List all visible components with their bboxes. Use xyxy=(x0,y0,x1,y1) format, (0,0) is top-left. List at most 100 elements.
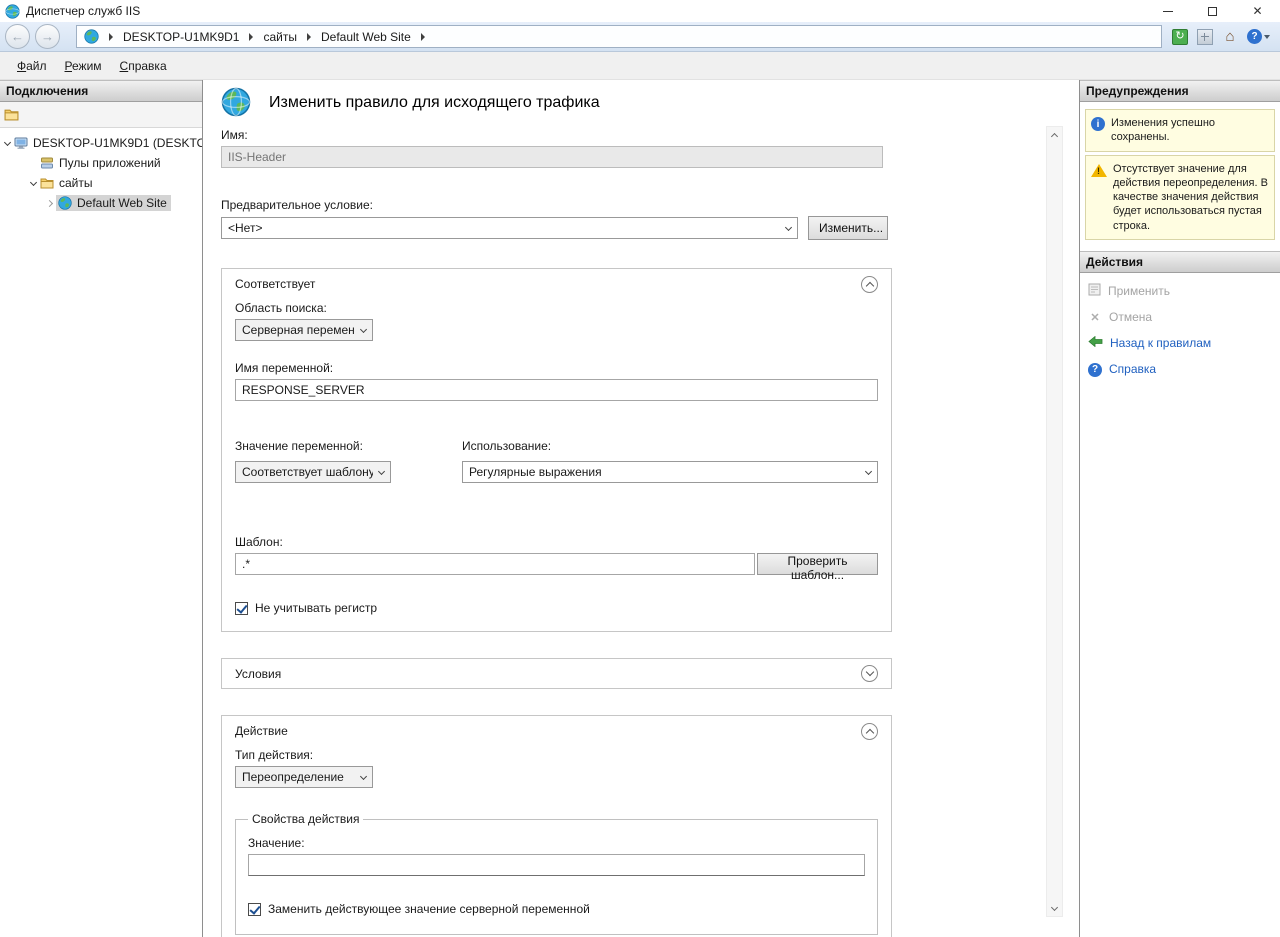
breadcrumb-default-web-site[interactable]: Default Web Site xyxy=(319,30,413,44)
chevron-down-icon xyxy=(355,320,372,340)
expander-open-icon[interactable] xyxy=(0,142,14,145)
cancel-icon: ✕ xyxy=(1088,311,1102,324)
variable-name-input[interactable] xyxy=(235,379,878,401)
back-to-rules-label: Назад к правилам xyxy=(1110,336,1211,350)
expand-section-button[interactable] xyxy=(861,665,878,682)
action-type-select[interactable]: Переопределение xyxy=(235,766,373,788)
help-label: Справка xyxy=(1109,362,1156,376)
variable-value-select[interactable]: Соответствует шаблону xyxy=(235,461,391,483)
tree-item-label: сайты xyxy=(59,176,93,190)
breadcrumb-arrow-icon[interactable] xyxy=(249,33,253,41)
replace-value-checkbox[interactable]: Заменить действующее значение серверной … xyxy=(248,902,865,916)
breadcrumb-arrow-icon[interactable] xyxy=(421,33,425,41)
using-select[interactable]: Регулярные выражения xyxy=(462,461,878,483)
feature-title-row: Изменить правило для исходящего трафика xyxy=(221,86,1039,120)
forward-button[interactable]: → xyxy=(35,24,60,49)
rule-name-input xyxy=(221,146,883,168)
tree-item-default-web-site[interactable]: Default Web Site xyxy=(0,193,202,213)
menu-file[interactable]: Файл xyxy=(8,55,56,77)
chevron-down-icon xyxy=(1264,35,1270,39)
feature-globe-icon xyxy=(221,87,251,120)
chevron-down-icon xyxy=(373,462,390,482)
connections-toolbar xyxy=(0,102,202,128)
close-button[interactable]: ✕ xyxy=(1235,0,1280,22)
help-icon: ? xyxy=(1088,363,1102,377)
tree-item-label: DESKTOP-U1MK9D1 (DESKTOP xyxy=(33,136,202,150)
cancel-action: ✕ Отмена xyxy=(1088,309,1272,325)
refresh-icon[interactable]: ↻ xyxy=(1172,29,1188,45)
variable-value-label: Значение переменной: xyxy=(235,439,462,453)
menu-view[interactable]: Режим xyxy=(56,55,111,77)
match-section: Соответствует Область поиска: Серверная … xyxy=(221,268,892,632)
window-title: Диспетчер служб IIS xyxy=(26,4,140,18)
expander-open-icon[interactable] xyxy=(26,182,40,185)
scope-select[interactable]: Серверная переменная xyxy=(235,319,373,341)
info-icon: i xyxy=(1091,117,1105,131)
selected-tree-item[interactable]: Default Web Site xyxy=(56,195,171,211)
tree-item-sites[interactable]: сайты xyxy=(0,173,202,193)
scroll-down-button[interactable] xyxy=(1047,900,1062,916)
breadcrumb-sites[interactable]: сайты xyxy=(261,30,299,44)
conditions-section: Условия xyxy=(221,658,892,689)
alerts-header: Предупреждения xyxy=(1080,80,1280,102)
main-scrollbar[interactable] xyxy=(1046,126,1063,917)
scroll-up-button[interactable] xyxy=(1047,127,1062,143)
name-label: Имя: xyxy=(221,128,892,142)
back-to-rules-action[interactable]: Назад к правилам xyxy=(1088,335,1272,351)
maximize-button[interactable] xyxy=(1190,0,1235,22)
alerts-list: i Изменения успешно сохранены. Отсутству… xyxy=(1080,102,1280,251)
back-button[interactable]: ← xyxy=(5,24,30,49)
site-globe-icon xyxy=(84,29,99,44)
forward-icon: → xyxy=(41,29,54,44)
tree-item-server[interactable]: DESKTOP-U1MK9D1 (DESKTOP xyxy=(0,133,202,153)
breadcrumb-arrow-icon xyxy=(109,33,113,41)
help-action[interactable]: ? Справка xyxy=(1088,361,1272,377)
edit-precondition-button[interactable]: Изменить... xyxy=(808,216,888,240)
back-arrow-icon xyxy=(1088,336,1103,350)
help-icon: ? xyxy=(1247,29,1262,44)
addressbar-toolbar: ↻ ⌂ ? xyxy=(1172,29,1270,45)
back-icon: ← xyxy=(11,29,24,44)
page-title: Изменить правило для исходящего трафика xyxy=(269,94,600,112)
chevron-down-icon xyxy=(865,668,873,676)
precondition-select[interactable]: <Нет> xyxy=(221,217,798,239)
window-controls: ✕ xyxy=(1145,0,1280,22)
chevron-down-icon xyxy=(860,462,877,482)
connections-tree: DESKTOP-U1MK9D1 (DESKTOP Пулы приложений… xyxy=(0,128,202,213)
home-icon[interactable]: ⌂ xyxy=(1222,29,1238,45)
tree-item-app-pools[interactable]: Пулы приложений xyxy=(0,153,202,173)
scope-label: Область поиска: xyxy=(235,301,878,315)
sites-folder-icon xyxy=(40,177,54,189)
precondition-label: Предварительное условие: xyxy=(221,198,892,212)
address-bar: ← → DESKTOP-U1MK9D1 сайты Default Web Si… xyxy=(0,22,1280,52)
action-section: Действие Тип действия: Переопределение С… xyxy=(221,715,892,937)
expander-closed-icon[interactable] xyxy=(42,201,56,206)
menu-help[interactable]: Справка xyxy=(111,55,176,77)
website-globe-icon xyxy=(58,196,72,210)
value-label: Значение: xyxy=(248,836,865,850)
grid-icon[interactable] xyxy=(1197,29,1213,45)
ignore-case-checkbox[interactable]: Не учитывать регистр xyxy=(235,601,878,615)
pattern-input[interactable] xyxy=(235,553,755,575)
breadcrumb-server[interactable]: DESKTOP-U1MK9D1 xyxy=(121,30,241,44)
checkbox-checked-icon xyxy=(248,903,261,916)
scrollbar-track[interactable] xyxy=(1047,143,1062,900)
collapse-section-button[interactable] xyxy=(861,276,878,293)
collapse-section-button[interactable] xyxy=(861,723,878,740)
action-properties-title: Свойства действия xyxy=(248,812,363,826)
minimize-icon xyxy=(1163,11,1173,12)
ignore-case-label: Не учитывать регистр xyxy=(255,601,377,615)
minimize-button[interactable] xyxy=(1145,0,1190,22)
save-connection-folder-icon[interactable] xyxy=(4,108,19,121)
action-value-input[interactable] xyxy=(248,854,865,876)
chevron-down-icon xyxy=(780,218,797,238)
test-pattern-button[interactable]: Проверить шаблон... xyxy=(757,553,878,575)
breadcrumb: DESKTOP-U1MK9D1 сайты Default Web Site xyxy=(76,25,1162,48)
cancel-label: Отмена xyxy=(1109,310,1152,324)
match-section-title: Соответствует xyxy=(235,277,315,291)
help-menu-button[interactable]: ? xyxy=(1247,29,1270,44)
chevron-down-icon xyxy=(1051,903,1058,910)
breadcrumb-arrow-icon[interactable] xyxy=(307,33,311,41)
replace-value-label: Заменить действующее значение серверной … xyxy=(268,902,590,916)
pattern-label: Шаблон: xyxy=(235,535,878,549)
